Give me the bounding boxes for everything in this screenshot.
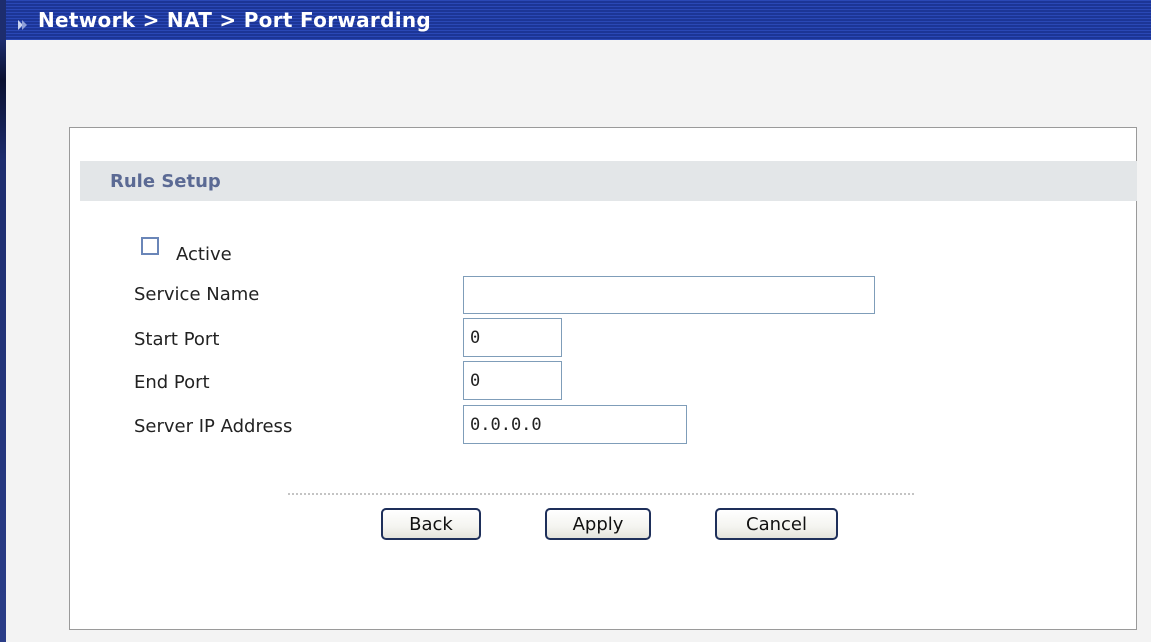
server-ip-label: Server IP Address — [134, 416, 293, 437]
start-port-input[interactable] — [463, 318, 562, 357]
rule-setup-panel — [69, 127, 1137, 630]
arrow-icon — [16, 13, 30, 30]
breadcrumb: Network > NAT > Port Forwarding — [38, 8, 432, 32]
active-checkbox[interactable] — [141, 237, 159, 255]
server-ip-input[interactable] — [463, 405, 687, 444]
apply-button[interactable]: Apply — [545, 508, 651, 540]
app-window: Network > NAT > Port Forwarding Rule Set… — [0, 0, 1151, 642]
divider — [288, 493, 914, 495]
section-header: Rule Setup — [80, 161, 1137, 201]
active-label: Active — [176, 244, 232, 265]
section-title: Rule Setup — [110, 170, 221, 192]
start-port-label: Start Port — [134, 329, 220, 350]
back-button[interactable]: Back — [381, 508, 481, 540]
title-bar: Network > NAT > Port Forwarding — [6, 0, 1151, 40]
end-port-label: End Port — [134, 372, 210, 393]
service-name-label: Service Name — [134, 284, 260, 305]
cancel-button[interactable]: Cancel — [715, 508, 838, 540]
service-name-input[interactable] — [463, 276, 875, 314]
end-port-input[interactable] — [463, 361, 562, 400]
